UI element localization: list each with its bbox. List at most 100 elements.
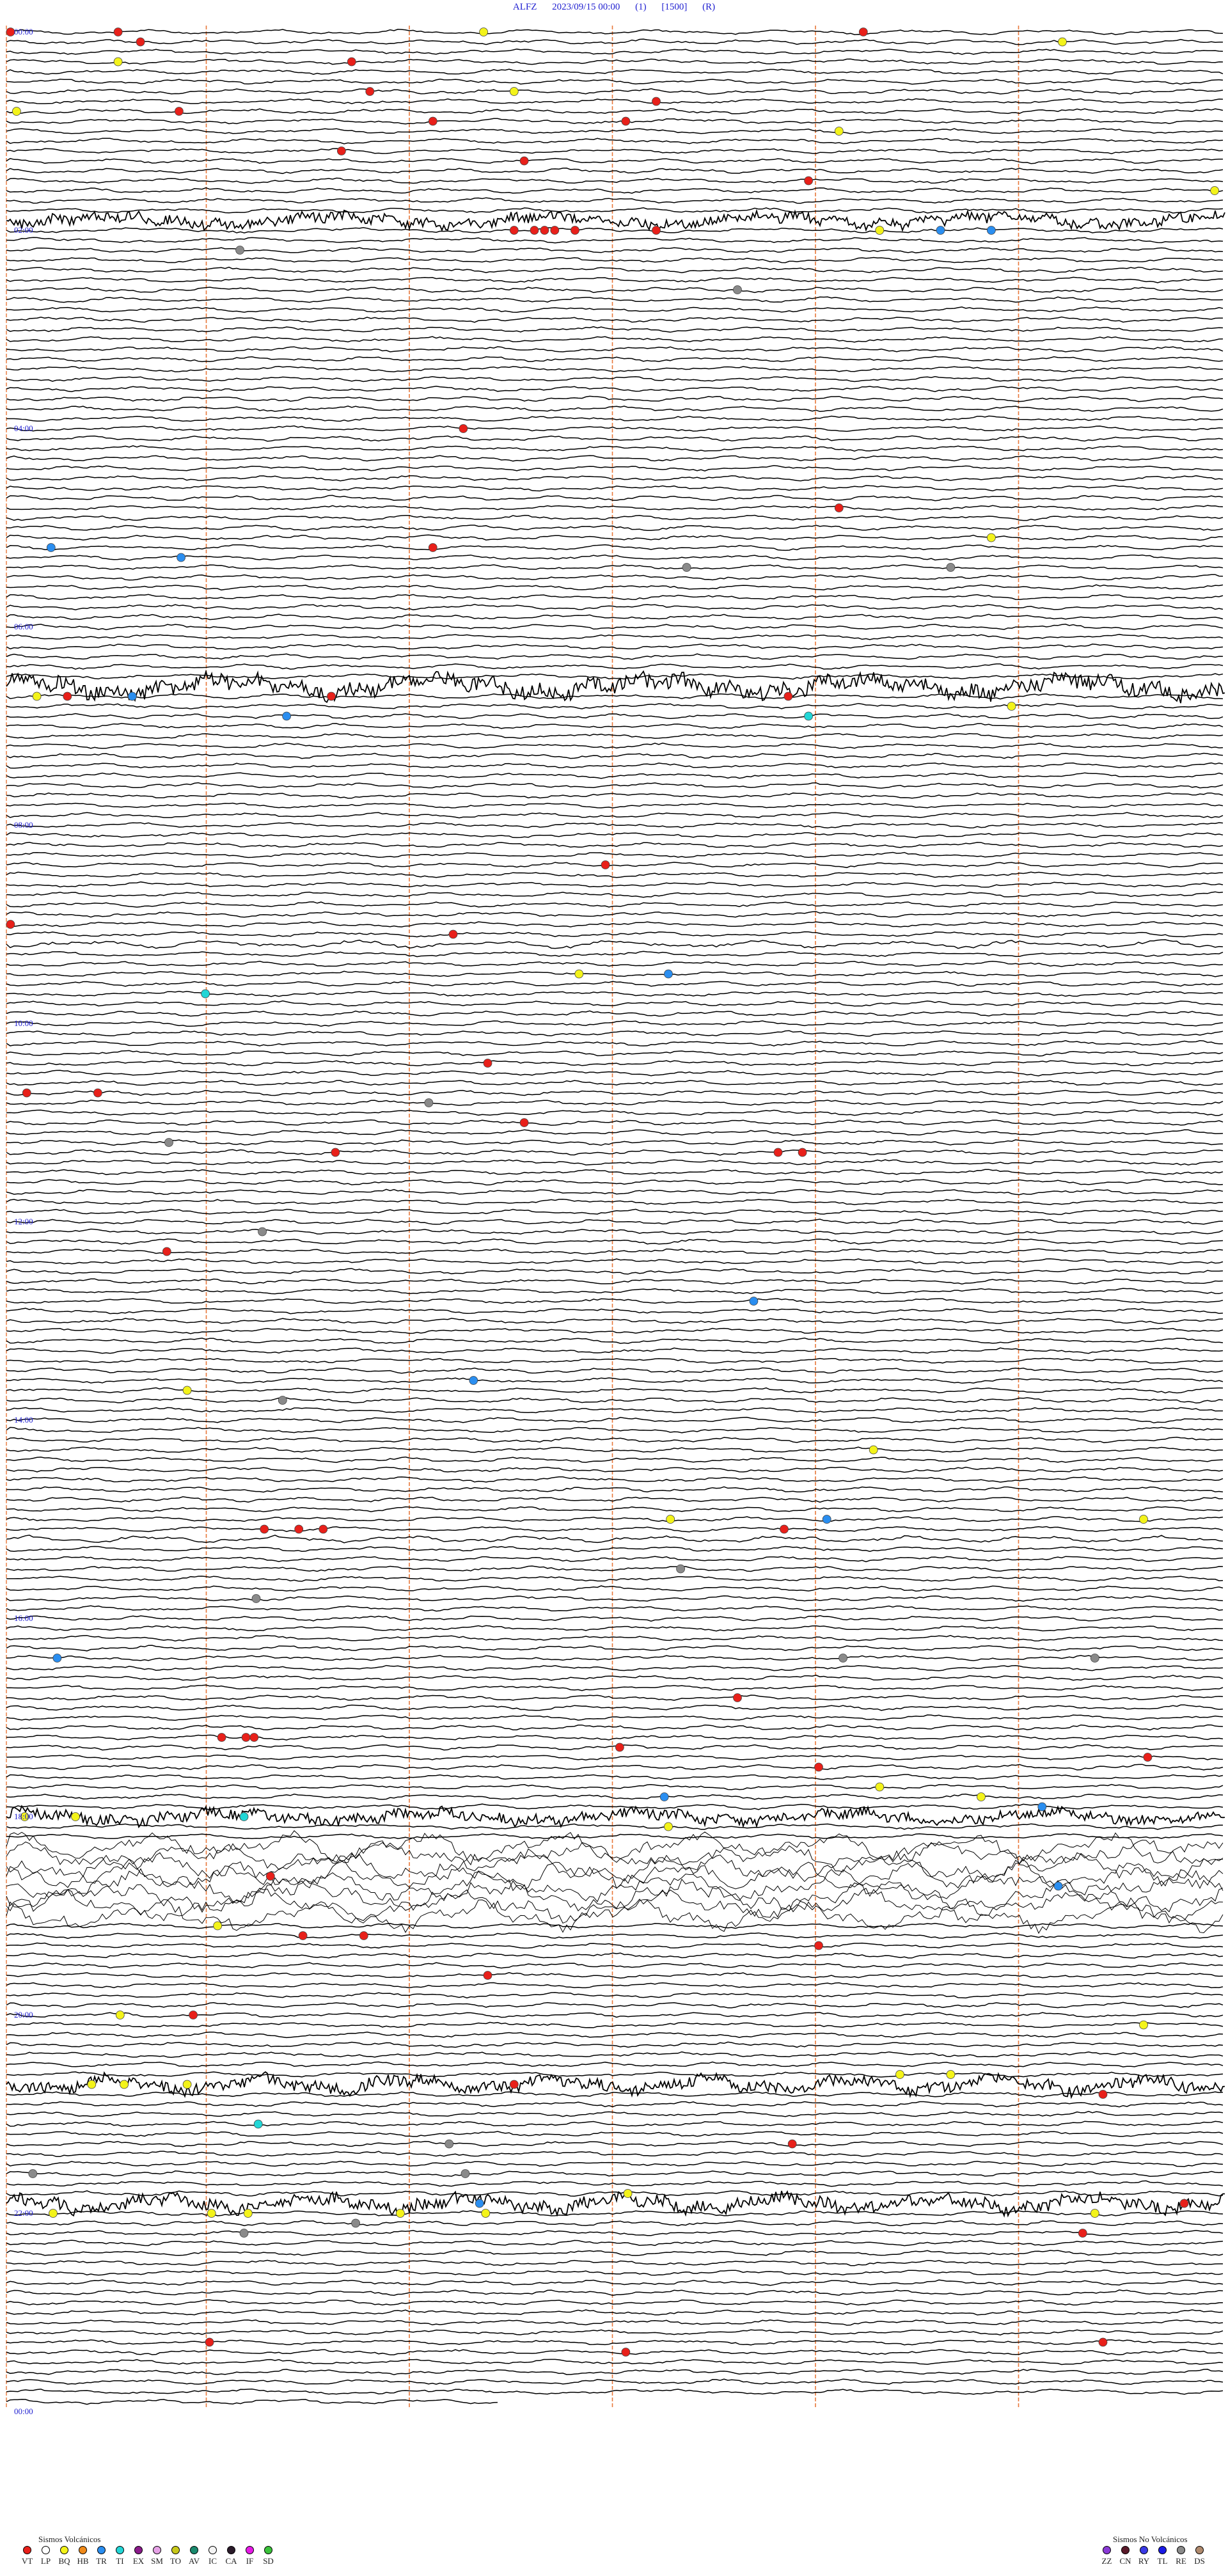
trace-row-194 <box>6 1952 1224 1959</box>
legend-dot-lp <box>42 2546 50 2554</box>
trace-row-132 <box>6 1338 1224 1344</box>
trace-row-18 <box>6 207 1224 214</box>
trace-row-35 <box>6 375 1224 383</box>
trace-row-164 <box>6 1655 1224 1661</box>
event-vt-81 <box>733 1693 742 1702</box>
trace-row-70 <box>6 723 1224 729</box>
legend-dot-tl <box>1158 2546 1167 2554</box>
trace-row-22 <box>6 247 1224 254</box>
legend-item-tl: TL <box>1153 2546 1172 2566</box>
legend-dot-ic <box>209 2546 217 2554</box>
trace-row-1 <box>6 38 1223 45</box>
legend-dot-zz <box>1103 2546 1111 2554</box>
trace-row-127 <box>6 1288 1224 1295</box>
event-ca-80 <box>1090 1654 1099 1663</box>
event-vt-83 <box>241 1733 251 1742</box>
time-label-7: 14:00 <box>14 1415 33 1425</box>
trace-row-90 <box>6 921 1224 928</box>
event-vt-3 <box>858 28 868 36</box>
trace-row-78 <box>6 802 1224 809</box>
legend-dot-vt <box>23 2546 31 2554</box>
chart-header: ALFZ 2023/09/15 00:00 (1) [1500] (R) <box>0 1 1228 13</box>
event-ca-58 <box>164 1138 173 1147</box>
trace-row-167 <box>6 1684 1224 1691</box>
trace-row-182 <box>6 1833 1224 1839</box>
legend-label-ds: DS <box>1194 2556 1205 2566</box>
event-vt-39 <box>63 691 72 701</box>
legend-label-tr: TR <box>96 2556 107 2566</box>
event-bq-110 <box>182 2080 192 2089</box>
time-label-0: 00:00 <box>14 27 33 36</box>
event-vt-31 <box>459 424 468 433</box>
event-vt-60 <box>773 1148 783 1157</box>
event-bq-90 <box>977 1792 986 1801</box>
event-vt-129 <box>1078 2229 1087 2238</box>
trace-row-56 <box>6 584 1224 591</box>
trace-row-225 <box>6 2259 1223 2266</box>
trace-row-155 <box>6 1565 1224 1572</box>
event-vt-59 <box>331 1148 340 1157</box>
trace-row-28 <box>6 306 1224 313</box>
legend-label-zz: ZZ <box>1101 2556 1112 2566</box>
event-ca-117 <box>460 2169 470 2178</box>
legend-item-sd: SD <box>259 2546 278 2566</box>
trace-row-126 <box>6 1278 1224 1285</box>
event-vt-4 <box>136 37 145 47</box>
seismic-traces <box>6 29 1225 2405</box>
event-tr-35 <box>46 543 56 552</box>
time-label-9: 18:00 <box>14 1812 33 1821</box>
trace-row-17 <box>6 197 1224 204</box>
event-ti-46 <box>804 711 813 721</box>
header-datetime: 2023/09/15 00:00 <box>552 2 620 12</box>
event-tr-45 <box>282 711 292 721</box>
trace-row-77 <box>6 792 1224 799</box>
trace-row-13 <box>6 157 1223 164</box>
trace-row-30 <box>6 326 1224 333</box>
event-bq-7 <box>113 57 123 67</box>
event-bq-15 <box>834 127 844 136</box>
trace-row-196 <box>6 1972 1224 1979</box>
trace-row-48 <box>6 505 1224 511</box>
trace-row-124 <box>6 1258 1224 1265</box>
trace-row-71 <box>6 732 1224 739</box>
legend-item-ti: TI <box>111 2546 129 2566</box>
trace-row-129 <box>6 1308 1224 1315</box>
event-vt-48 <box>6 920 15 929</box>
legend-label-to: TO <box>169 2556 182 2566</box>
trace-row-226 <box>6 2270 1224 2276</box>
event-vt-86 <box>1143 1753 1153 1762</box>
volcanic-legend-title: Sismos Volcánicos <box>38 2534 101 2544</box>
trace-row-131 <box>6 1327 1224 1334</box>
legend-item-lp: LP <box>36 2546 55 2566</box>
trace-row-159 <box>6 1605 1224 1612</box>
legend-label-ca: CA <box>225 2556 237 2566</box>
event-vt-61 <box>798 1148 807 1157</box>
event-ca-67 <box>278 1396 287 1405</box>
event-tr-65 <box>469 1376 478 1385</box>
trace-row-181 <box>6 1823 1224 1830</box>
volcanic-legend: VT LP BQ HB TR TI EX SM TO AV IC CA IF SD <box>18 2546 278 2566</box>
event-bq-9 <box>509 87 519 96</box>
trace-row-115 <box>6 1169 1224 1176</box>
legend-item-zz: ZZ <box>1098 2546 1116 2566</box>
trace-row-190 <box>6 1898 1224 1934</box>
trace-row-79 <box>6 812 1224 819</box>
trace-row-41 <box>6 435 1224 442</box>
trace-row-211 <box>6 2121 1224 2128</box>
trace-row-59 <box>6 613 1224 620</box>
event-tr-42 <box>127 691 137 701</box>
trace-row-138 <box>6 1397 1224 1404</box>
event-bq-123 <box>243 2209 253 2218</box>
event-vt-23 <box>550 226 560 235</box>
event-vt-53 <box>483 1059 492 1068</box>
time-label-1: 02:00 <box>14 225 33 235</box>
legend-item-hb: HB <box>74 2546 92 2566</box>
legend-dot-re <box>1177 2546 1185 2554</box>
trace-row-19 <box>6 209 1225 232</box>
trace-row-9 <box>6 118 1224 125</box>
nonvolcanic-legend: ZZ CN RY TL RE DS <box>1098 2546 1209 2566</box>
event-bq-122 <box>207 2209 216 2218</box>
event-bq-41 <box>32 691 42 701</box>
legend-label-tl: TL <box>1157 2556 1168 2566</box>
event-vt-82 <box>217 1733 226 1742</box>
